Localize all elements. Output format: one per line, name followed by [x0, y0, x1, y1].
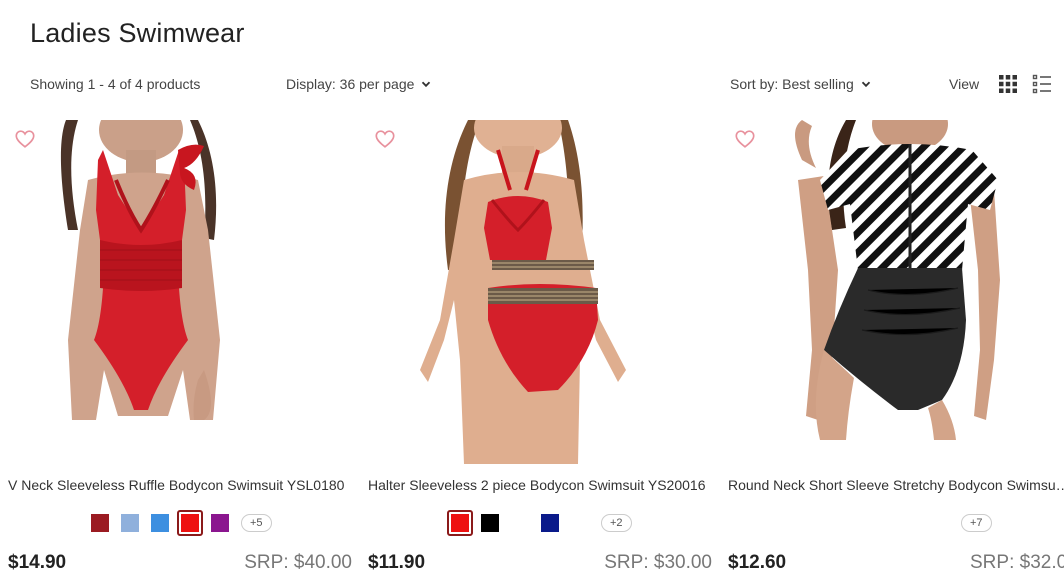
color-swatch-selected[interactable]	[447, 510, 473, 536]
sort-by-label: Sort by: Best selling	[730, 76, 854, 92]
product-photo-striped-short-sleeve-swimsuit	[795, 120, 1000, 440]
color-swatch[interactable]	[211, 514, 229, 532]
color-swatches: +2	[368, 510, 712, 536]
product-srp: SRP: $32.00	[970, 552, 1064, 573]
product-name-link[interactable]: Halter Sleeveless 2 piece Bodycon Swimsu…	[368, 477, 712, 493]
color-swatch[interactable]	[91, 514, 109, 532]
color-swatch-selected[interactable]	[177, 510, 203, 536]
product-card: Round Neck Short Sleeve Stretchy Bodycon…	[728, 120, 1064, 584]
heart-icon[interactable]	[14, 128, 36, 150]
product-price: $12.60	[728, 552, 787, 573]
color-swatch[interactable]	[541, 514, 559, 532]
grid-view-icon[interactable]	[998, 74, 1018, 94]
product-image[interactable]	[728, 120, 1064, 464]
list-view-icon[interactable]	[1032, 74, 1052, 94]
color-swatch[interactable]	[511, 514, 529, 532]
product-card: V Neck Sleeveless Ruffle Bodycon Swimsui…	[8, 120, 360, 584]
color-swatch[interactable]	[481, 514, 499, 532]
product-srp: SRP: $30.00	[604, 552, 712, 573]
product-count: Showing 1 - 4 of 4 products	[30, 76, 201, 92]
product-photo-red-halter-bikini	[420, 120, 626, 464]
color-swatch[interactable]	[121, 514, 139, 532]
product-photo-red-ruffle-swimsuit	[60, 120, 220, 420]
heart-icon[interactable]	[374, 128, 396, 150]
product-card: Halter Sleeveless 2 piece Bodycon Swimsu…	[368, 120, 720, 584]
color-swatches: +7	[728, 510, 1064, 534]
collection-toolbar: Showing 1 - 4 of 4 products Display: 36 …	[0, 74, 1064, 94]
page-title: Ladies Swimwear	[30, 18, 245, 48]
product-srp: SRP: $40.00	[244, 552, 352, 573]
view-label: View	[949, 76, 980, 92]
more-colors-badge[interactable]: +2	[601, 514, 632, 532]
color-swatch[interactable]	[151, 514, 169, 532]
chevron-down-icon	[861, 81, 870, 88]
product-price: $14.90	[8, 552, 67, 573]
display-per-page-label: Display: 36 per page	[286, 76, 415, 92]
product-name-link[interactable]: V Neck Sleeveless Ruffle Bodycon Swimsui…	[8, 477, 352, 493]
product-image[interactable]	[8, 120, 352, 464]
chevron-down-icon	[422, 81, 431, 88]
sort-by-select[interactable]: Sort by: Best selling	[730, 76, 872, 92]
color-swatches: +5	[8, 510, 352, 536]
product-price: $11.90	[368, 552, 426, 573]
heart-icon[interactable]	[734, 128, 756, 150]
product-image[interactable]	[368, 120, 712, 464]
display-per-page-select[interactable]: Display: 36 per page	[286, 76, 432, 92]
more-colors-badge[interactable]: +7	[961, 514, 992, 532]
more-colors-badge[interactable]: +5	[241, 514, 272, 532]
product-name-link[interactable]: Round Neck Short Sleeve Stretchy Bodycon…	[728, 477, 1064, 493]
